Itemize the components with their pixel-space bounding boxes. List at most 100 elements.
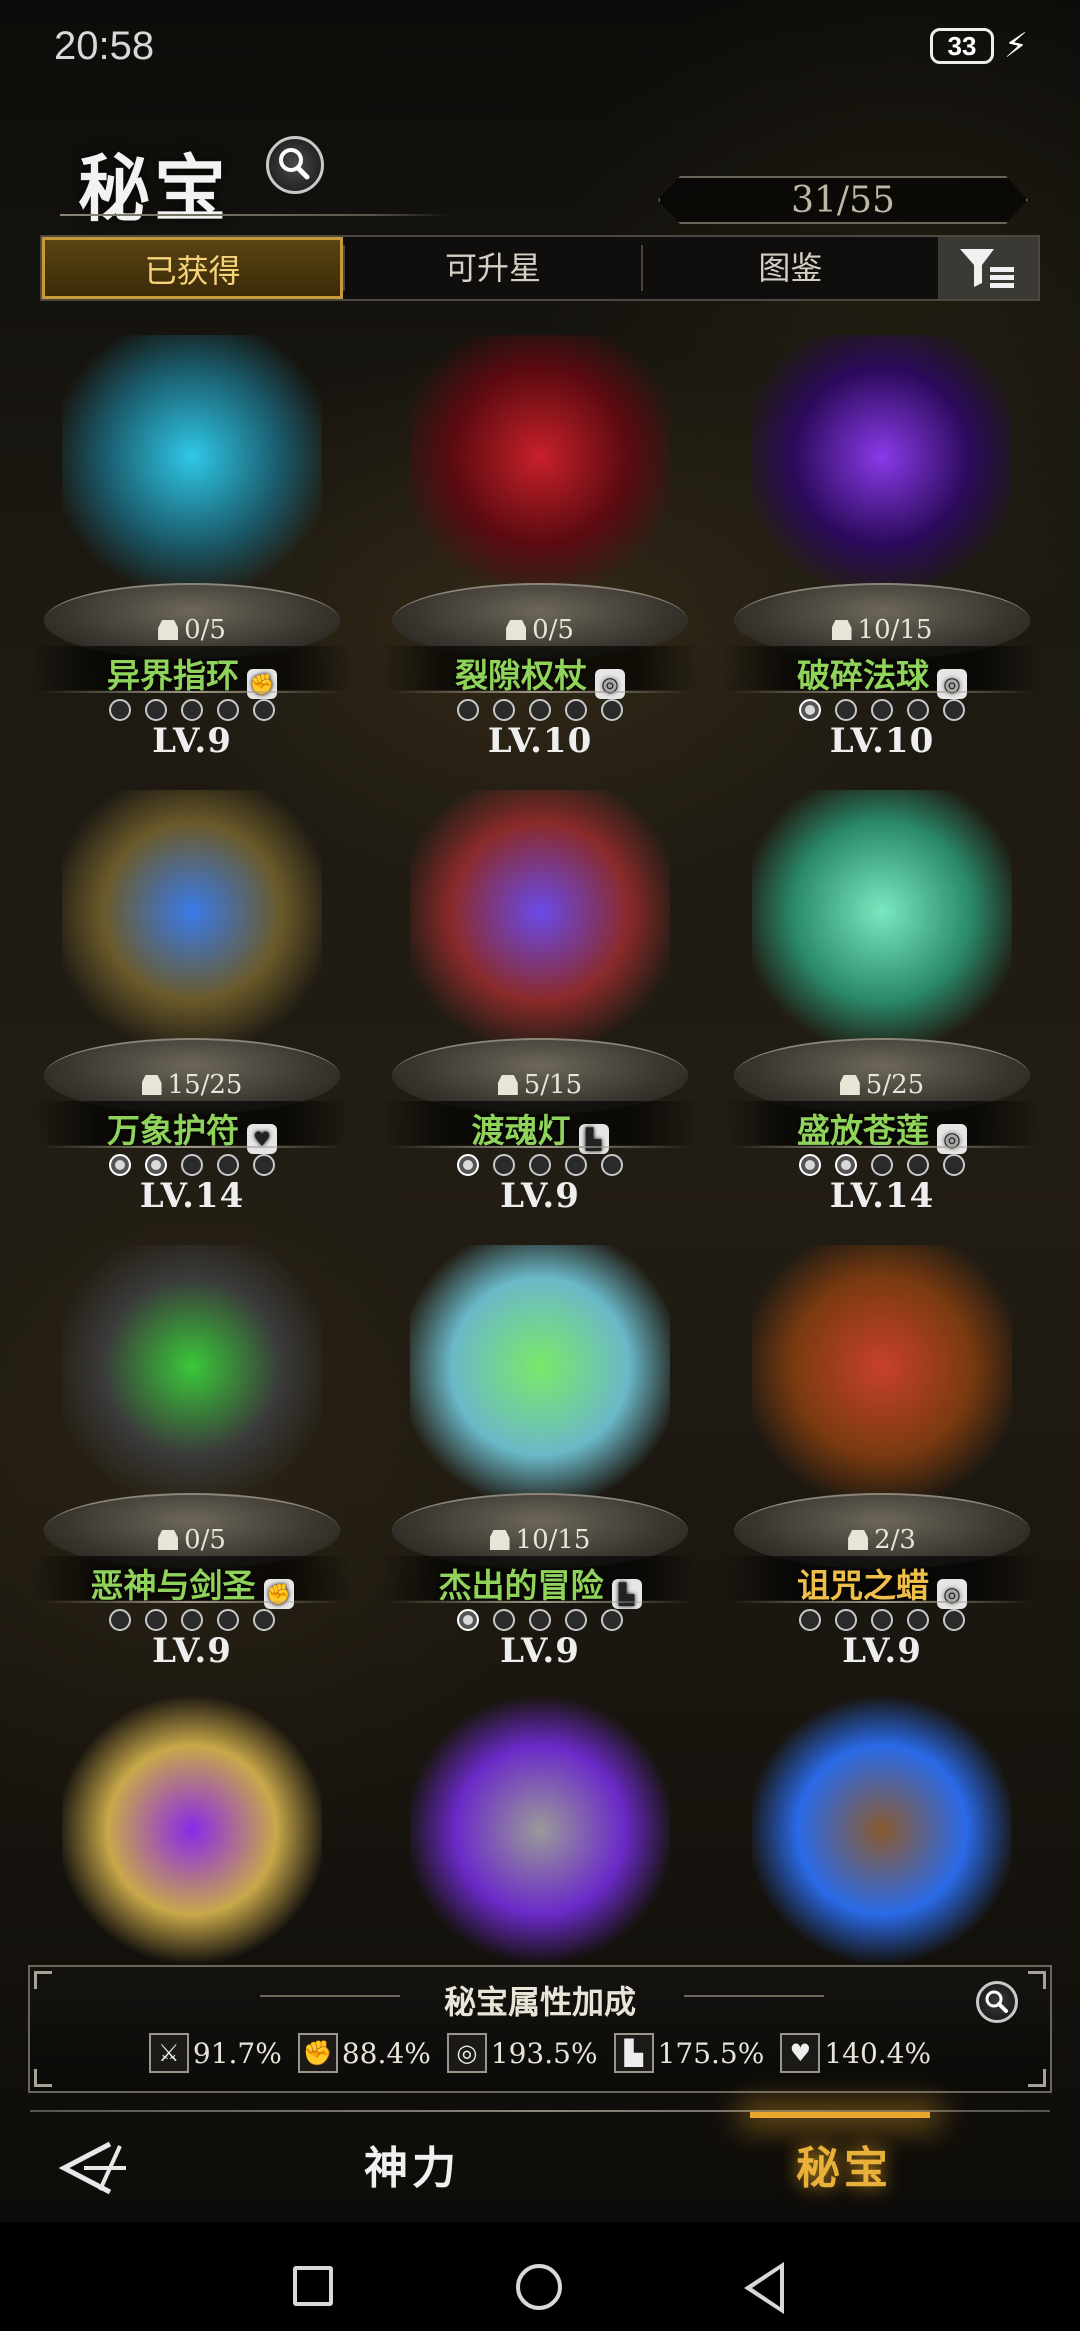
tab-codex[interactable]: 图鉴 <box>643 237 938 299</box>
nav-divine-power[interactable]: 神力 <box>364 2132 460 2196</box>
treasure-card[interactable]: 5/15 渡魂灯 ▙ LV.9 <box>370 770 710 1216</box>
tab-acquired[interactable]: 已获得 <box>42 237 344 299</box>
star-empty-icon <box>907 699 929 721</box>
star-empty-icon <box>601 1154 623 1176</box>
fragment-value: 10/15 <box>857 615 933 645</box>
heart-icon: ♥ <box>247 1124 277 1154</box>
fragment-value: 15/25 <box>167 1070 243 1100</box>
star-empty-icon <box>109 699 131 721</box>
bonus-stat: ▙ 175.5% <box>613 2033 764 2073</box>
name-underline <box>732 1601 1032 1603</box>
fist-icon: ✊ <box>247 669 277 699</box>
star-empty-icon <box>145 699 167 721</box>
star-empty-icon <box>493 1154 515 1176</box>
back-button[interactable] <box>50 2134 140 2200</box>
star-empty-icon <box>799 1609 821 1631</box>
puzzle-piece-icon <box>158 620 179 640</box>
bottom-nav: 神力 秘宝 <box>0 2112 1080 2222</box>
treasure-level: LV.10 <box>487 721 593 761</box>
bonus-detail-button[interactable] <box>976 1981 1018 2023</box>
bonus-stat-value: 140.4% <box>824 2036 932 2070</box>
star-empty-icon <box>907 1154 929 1176</box>
treasure-name-text: 裂隙权杖 <box>455 656 587 695</box>
treasure-card[interactable]: 0/5 异界指环 ✊ LV.9 <box>22 315 362 761</box>
star-empty-icon <box>253 699 275 721</box>
treasure-card[interactable]: 2/3 诅咒之蜡 ◎ LV.9 <box>712 1225 1052 1671</box>
star-empty-icon <box>181 699 203 721</box>
search-button[interactable] <box>266 136 324 194</box>
star-empty-icon <box>835 699 857 721</box>
nav-treasure[interactable]: 秘宝 <box>796 2132 892 2196</box>
home-button[interactable] <box>516 2264 562 2310</box>
treasure-artwork <box>752 790 1012 1060</box>
treasure-level: LV.14 <box>829 1176 935 1216</box>
treasure-card[interactable]: 10/15 杰出的冒险 ▙ LV.9 <box>370 1225 710 1671</box>
treasure-artwork <box>62 1695 322 1965</box>
name-underline <box>42 1146 342 1148</box>
star-filled-icon <box>835 1154 857 1176</box>
treasure-name-text: 万象护符 <box>107 1111 239 1150</box>
treasure-artwork <box>62 1245 322 1515</box>
star-empty-icon <box>529 1609 551 1631</box>
star-filled-icon <box>145 1154 167 1176</box>
star-empty-icon <box>565 1154 587 1176</box>
star-filled-icon <box>109 1154 131 1176</box>
name-underline <box>42 1601 342 1603</box>
star-rating <box>370 699 710 723</box>
treasure-artwork <box>410 790 670 1060</box>
treasure-name-text: 恶神与剑圣 <box>90 1566 256 1605</box>
active-tab-glow <box>750 2112 930 2118</box>
system-back-button[interactable] <box>744 2262 784 2314</box>
fragment-count: 15/25 <box>22 1070 362 1100</box>
vortex-icon: ◎ <box>937 1579 967 1609</box>
clock: 20:58 <box>54 24 155 68</box>
treasure-level: LV.9 <box>842 1631 922 1671</box>
fragment-count: 10/15 <box>370 1525 710 1555</box>
treasure-card[interactable] <box>370 1675 710 1965</box>
fragment-count: 0/5 <box>22 1525 362 1555</box>
fragment-count: 10/15 <box>712 615 1052 645</box>
tab-upgradable[interactable]: 可升星 <box>345 237 640 299</box>
treasure-card[interactable] <box>22 1675 362 1965</box>
battery-indicator: 33 <box>930 28 994 64</box>
star-empty-icon <box>907 1609 929 1631</box>
fragment-value: 0/5 <box>184 1525 226 1555</box>
treasure-card[interactable]: 5/25 盛放苍莲 ◎ LV.14 <box>712 770 1052 1216</box>
fragment-value: 2/3 <box>874 1525 916 1555</box>
star-filled-icon <box>799 1154 821 1176</box>
status-bar: 20:58 33 ⚡ <box>0 0 1080 95</box>
treasure-level: LV.9 <box>152 1631 232 1671</box>
filter-button[interactable] <box>938 237 1039 299</box>
attribute-bonus-panel: 秘宝属性加成 ⚔ 91.7% ✊ 88.4% ◎ 193.5% ▙ 175.5% ♥ 140.4% <box>28 1965 1052 2093</box>
treasure-card[interactable]: 15/25 万象护符 ♥ LV.14 <box>22 770 362 1216</box>
tab-bar: 已获得 可升星 图鉴 <box>40 235 1040 301</box>
treasure-artwork <box>62 335 322 605</box>
treasure-card[interactable] <box>712 1675 1052 1965</box>
vortex-icon: ◎ <box>937 669 967 699</box>
star-empty-icon <box>145 1609 167 1631</box>
star-rating <box>22 699 362 723</box>
vortex-icon: ◎ <box>595 669 625 699</box>
treasure-card[interactable]: 0/5 恶神与剑圣 ✊ LV.9 <box>22 1225 362 1671</box>
puzzle-piece-icon <box>831 620 852 640</box>
star-rating <box>712 1609 1052 1633</box>
star-rating <box>712 699 1052 723</box>
treasure-level: LV.9 <box>500 1176 580 1216</box>
star-empty-icon <box>181 1154 203 1176</box>
recent-apps-button[interactable] <box>293 2266 333 2306</box>
name-underline <box>390 1146 690 1148</box>
puzzle-piece-icon <box>839 1075 860 1095</box>
star-empty-icon <box>217 699 239 721</box>
treasure-artwork <box>62 790 322 1060</box>
star-empty-icon <box>871 1154 893 1176</box>
treasure-level: LV.9 <box>152 721 232 761</box>
star-empty-icon <box>943 1609 965 1631</box>
search-icon <box>279 148 310 180</box>
star-filled-icon <box>799 699 821 721</box>
treasure-card[interactable]: 0/5 裂隙权杖 ◎ LV.10 <box>370 315 710 761</box>
fragment-count: 2/3 <box>712 1525 1052 1555</box>
star-empty-icon <box>943 1154 965 1176</box>
bonus-stat: ✊ 88.4% <box>297 2033 431 2073</box>
treasure-level: LV.10 <box>829 721 935 761</box>
treasure-card[interactable]: 10/15 破碎法球 ◎ LV.10 <box>712 315 1052 761</box>
